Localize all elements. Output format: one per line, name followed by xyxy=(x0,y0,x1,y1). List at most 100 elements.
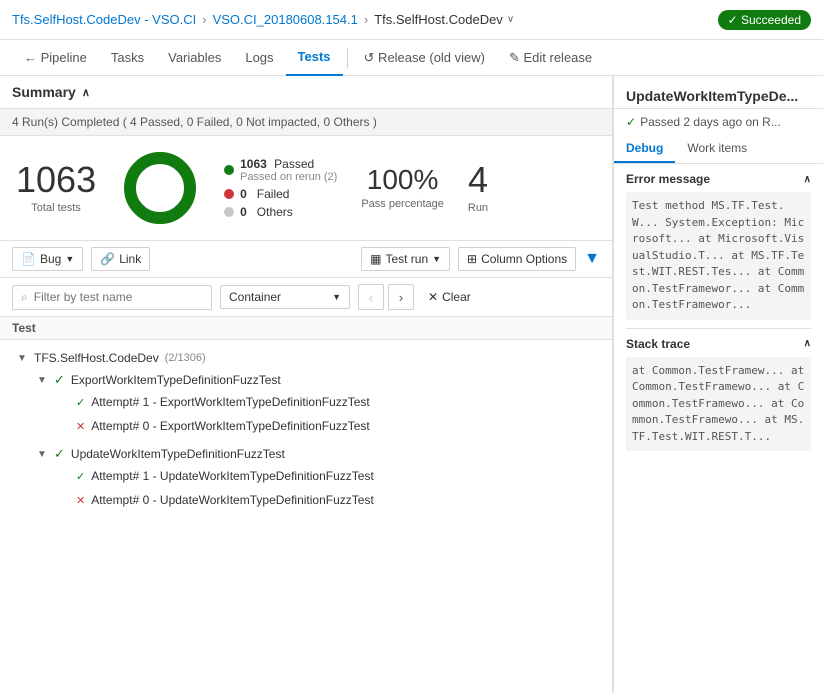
status-badge: ✓ Succeeded xyxy=(718,10,811,30)
root-row[interactable]: ▼ TFS.SelfHost.CodeDev (2/1306) xyxy=(12,349,600,367)
run-number: 4 xyxy=(468,162,488,198)
main-layout: Summary ∧ 4 Run(s) Completed ( 4 Passed,… xyxy=(0,76,823,693)
filter-input-container: ⌕ xyxy=(12,285,212,310)
attempt-1-0: ✕ Attempt# 0 - ExportWorkItemTypeDefinit… xyxy=(32,414,600,438)
right-panel: UpdateWorkItemTypeDe... ✓ Passed 2 days … xyxy=(613,76,823,693)
left-panel: Summary ∧ 4 Run(s) Completed ( 4 Passed,… xyxy=(0,76,613,693)
tab-debug[interactable]: Debug xyxy=(614,135,675,163)
right-panel-title: UpdateWorkItemTypeDe... xyxy=(614,76,823,109)
top-bar: Tfs.SelfHost.CodeDev - VSO.CI › VSO.CI_2… xyxy=(0,0,823,40)
nav-separator xyxy=(347,48,348,68)
tab-work-items[interactable]: Work items xyxy=(675,135,759,163)
nav-item-tests[interactable]: Tests xyxy=(286,40,343,76)
attempt-1-0-row[interactable]: ✕ Attempt# 0 - ExportWorkItemTypeDefinit… xyxy=(72,417,600,435)
container-select[interactable]: Container ▼ xyxy=(220,285,350,309)
breadcrumb-item-1[interactable]: Tfs.SelfHost.CodeDev - VSO.CI xyxy=(12,12,196,27)
search-input[interactable] xyxy=(34,290,174,304)
link-icon: 🔗 xyxy=(100,252,115,266)
run-block: 4 Run xyxy=(468,162,488,214)
group-2: ▼ ✓ UpdateWorkItemTypeDefinitionFuzzTest… xyxy=(12,441,600,515)
pass-icon: ✓ xyxy=(76,396,85,409)
filter-row: ⌕ Container ▼ ‹ › ✕ Clear xyxy=(0,278,612,317)
error-message-content: Test method MS.TF.Test.W... System.Excep… xyxy=(626,192,811,320)
group-2-row[interactable]: ▼ ✓ UpdateWorkItemTypeDefinitionFuzzTest xyxy=(32,444,600,464)
legend-passed: 1063 Passed Passed on rerun (2) xyxy=(224,157,337,183)
right-panel-status: ✓ Passed 2 days ago on R... xyxy=(614,109,823,135)
filter-icon[interactable]: ▼ xyxy=(584,250,600,268)
stack-trace-section: Stack trace ∧ at Common.TestFramew... at… xyxy=(614,329,823,460)
chevron-down-icon: ▼ xyxy=(16,353,28,364)
passed-label: Passed xyxy=(274,157,314,171)
collapse-icon[interactable]: ∧ xyxy=(804,338,811,349)
root-count: (2/1306) xyxy=(165,352,206,364)
bug-icon: 📄 xyxy=(21,252,36,266)
summary-banner: 4 Run(s) Completed ( 4 Passed, 0 Failed,… xyxy=(0,109,612,136)
failed-label: Failed xyxy=(257,187,290,201)
failed-dot xyxy=(224,189,234,199)
others-dot xyxy=(224,207,234,217)
bug-button[interactable]: 📄 Bug ▼ xyxy=(12,247,83,271)
collapse-icon[interactable]: ∧ xyxy=(804,174,811,185)
total-tests-label: Total tests xyxy=(16,202,96,214)
summary-header: Summary ∧ xyxy=(0,76,612,109)
breadcrumb-sep-1: › xyxy=(202,12,206,27)
chevron-down-icon: ▼ xyxy=(36,449,48,460)
nav-item-pipeline[interactable]: ← Pipeline xyxy=(12,40,99,76)
failed-count: 0 xyxy=(240,187,247,201)
test-run-button[interactable]: ▦ Test run ▼ xyxy=(361,247,450,271)
next-button[interactable]: › xyxy=(388,284,414,310)
attempt-2-1-row[interactable]: ✓ Attempt# 1 - UpdateWorkItemTypeDefinit… xyxy=(72,467,600,485)
column-options-button[interactable]: ⊞ Column Options xyxy=(458,247,576,271)
attempt-1-1-label: Attempt# 1 - ExportWorkItemTypeDefinitio… xyxy=(91,395,370,409)
attempt-1-1-row[interactable]: ✓ Attempt# 1 - ExportWorkItemTypeDefinit… xyxy=(72,393,600,411)
pass-pct-label: Pass percentage xyxy=(361,198,444,210)
container-chevron-icon: ▼ xyxy=(332,292,341,302)
attempt-1-1: ✓ Attempt# 1 - ExportWorkItemTypeDefinit… xyxy=(32,390,600,414)
prev-button[interactable]: ‹ xyxy=(358,284,384,310)
legend: 1063 Passed Passed on rerun (2) 0 Failed… xyxy=(224,157,337,219)
others-count: 0 xyxy=(240,205,247,219)
attempt-1-0-label: Attempt# 0 - ExportWorkItemTypeDefinitio… xyxy=(91,419,370,433)
close-icon: ✕ xyxy=(428,290,438,304)
right-status-text: Passed 2 days ago on R... xyxy=(640,115,781,129)
breadcrumb-item-3[interactable]: Tfs.SelfHost.CodeDev ∨ xyxy=(374,12,514,27)
nav-release-old[interactable]: ↺ Release (old view) xyxy=(352,40,497,76)
attempt-2-0-row[interactable]: ✕ Attempt# 0 - UpdateWorkItemTypeDefinit… xyxy=(72,491,600,509)
nav-item-logs[interactable]: Logs xyxy=(233,40,285,76)
pass-pct-block: 100% Pass percentage xyxy=(361,166,444,210)
pass-icon: ✓ xyxy=(76,470,85,483)
nav-edit-release[interactable]: ✎ Edit release xyxy=(497,40,604,76)
pass-icon: ✓ xyxy=(54,372,65,388)
test-run-icon: ▦ xyxy=(370,252,381,266)
error-message-title: Error message ∧ xyxy=(626,172,811,186)
group-1: ▼ ✓ ExportWorkItemTypeDefinitionFuzzTest… xyxy=(12,367,600,441)
test-run-chevron-icon: ▼ xyxy=(432,254,441,264)
run-label: Run xyxy=(468,202,488,214)
chevron-down-icon: ∨ xyxy=(507,14,514,25)
attempt-2-0: ✕ Attempt# 0 - UpdateWorkItemTypeDefinit… xyxy=(32,488,600,512)
nav-item-variables[interactable]: Variables xyxy=(156,40,233,76)
total-tests-block: 1063 Total tests xyxy=(16,162,96,214)
breadcrumb-item-2[interactable]: VSO.CI_20180608.154.1 xyxy=(213,12,358,27)
stats-row: 1063 Total tests 1063 Passed Passed on r… xyxy=(0,136,612,241)
chevron-down-icon: ▼ xyxy=(36,375,48,386)
right-tabs: Debug Work items xyxy=(614,135,823,164)
collapse-icon[interactable]: ∧ xyxy=(82,86,90,99)
link-button[interactable]: 🔗 Link xyxy=(91,247,150,271)
fail-icon: ✕ xyxy=(76,420,85,433)
search-icon: ⌕ xyxy=(21,290,28,305)
donut-chart xyxy=(120,148,200,228)
summary-title: Summary xyxy=(12,84,76,100)
pass-icon: ✓ xyxy=(54,446,65,462)
fail-icon: ✕ xyxy=(76,494,85,507)
clear-button[interactable]: ✕ Clear xyxy=(422,286,477,308)
group-1-row[interactable]: ▼ ✓ ExportWorkItemTypeDefinitionFuzzTest xyxy=(32,370,600,390)
root-label: TFS.SelfHost.CodeDev xyxy=(34,351,159,365)
attempt-2-0-label: Attempt# 0 - UpdateWorkItemTypeDefinitio… xyxy=(91,493,374,507)
group-2-label: UpdateWorkItemTypeDefinitionFuzzTest xyxy=(71,447,285,461)
status-pass-icon: ✓ xyxy=(626,115,636,129)
attempt-2-1-label: Attempt# 1 - UpdateWorkItemTypeDefinitio… xyxy=(91,469,374,483)
attempt-2-1: ✓ Attempt# 1 - UpdateWorkItemTypeDefinit… xyxy=(32,464,600,488)
nav-item-tasks[interactable]: Tasks xyxy=(99,40,156,76)
table-header: Test xyxy=(0,317,612,340)
